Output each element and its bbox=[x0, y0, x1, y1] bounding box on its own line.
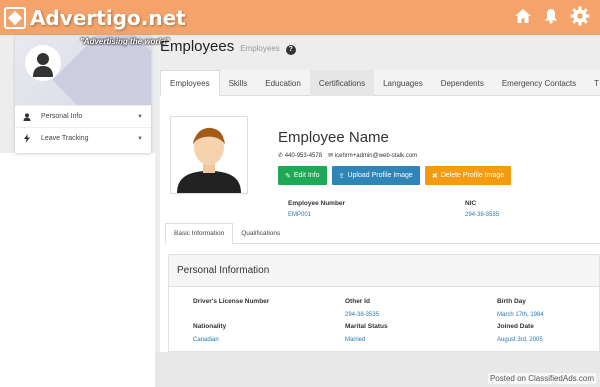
tab-more[interactable]: T bbox=[585, 70, 600, 96]
drivers-license-label: Driver's License Number bbox=[193, 298, 270, 305]
module-tabs: Employees Skills Education Certification… bbox=[160, 70, 600, 96]
bolt-icon bbox=[24, 134, 30, 143]
employee-number-value: EMP001 bbox=[288, 212, 312, 218]
birthday-value: March 17th, 1984 bbox=[497, 312, 544, 318]
close-icon: ✖ bbox=[431, 172, 438, 180]
profile-subtabs: Basic Information Qualifications bbox=[165, 223, 600, 244]
upload-icon: ⇪ bbox=[338, 172, 345, 180]
bell-icon[interactable] bbox=[544, 8, 558, 24]
employee-profile: Employee Name ✆ 440-953-4578 ✉ icehrm+ad… bbox=[160, 96, 600, 352]
sidebar-item-leave-tracking[interactable]: Leave Tracking ▼ bbox=[15, 127, 151, 149]
page-title: Employees bbox=[160, 38, 235, 55]
nationality-label: Nationality bbox=[193, 323, 227, 330]
help-icon[interactable]: ? bbox=[285, 44, 296, 55]
contact-info: ✆ 440-953-4578 ✉ icehrm+admin@web-stalk.… bbox=[278, 152, 417, 159]
profile-actions: ✎ Edit Info ⇪ Upload Profile Image ✖ Del… bbox=[278, 166, 512, 185]
employee-number-label: Employee Number bbox=[288, 200, 346, 207]
avatar[interactable] bbox=[25, 45, 61, 81]
other-id-label: Other Id bbox=[345, 298, 370, 305]
tab-dependents[interactable]: Dependents bbox=[432, 70, 493, 96]
upload-profile-image-button[interactable]: ⇪ Upload Profile Image bbox=[331, 166, 420, 185]
nationality-value: Canadian bbox=[193, 337, 219, 343]
sidebar: Personal Info ▼ Leave Tracking ▼ bbox=[15, 35, 151, 153]
caret-down-icon: ▼ bbox=[137, 135, 143, 142]
home-icon[interactable] bbox=[514, 8, 532, 24]
phone-icon: ✆ bbox=[278, 153, 284, 159]
caret-down-icon: ▼ bbox=[137, 113, 143, 120]
birthday-label: Birth Day bbox=[497, 298, 526, 305]
top-bar: Advertigo.net bbox=[0, 0, 600, 35]
email-contact: ✉ icehrm+admin@web-stalk.com bbox=[328, 153, 418, 159]
joined-date-label: Joined Date bbox=[497, 323, 534, 330]
brand-tagline: "Advertising the world" bbox=[80, 37, 170, 46]
page-header: Employees Employees ? bbox=[160, 38, 296, 55]
watermark: Posted on ClassifiedAds.com bbox=[487, 373, 596, 384]
gear-icon[interactable] bbox=[570, 6, 590, 26]
envelope-icon: ✉ bbox=[328, 153, 334, 159]
tab-certifications[interactable]: Certifications bbox=[309, 70, 375, 96]
sidebar-item-label: Leave Tracking bbox=[41, 135, 89, 142]
marital-status-value: Married bbox=[345, 337, 366, 343]
sidebar-column bbox=[0, 153, 155, 387]
brand-name: Advertigo.net bbox=[30, 6, 186, 30]
tab-skills[interactable]: Skills bbox=[220, 70, 257, 96]
delete-profile-image-button[interactable]: ✖ Delete Profile Image bbox=[424, 166, 512, 185]
tab-education[interactable]: Education bbox=[256, 70, 310, 96]
tab-languages[interactable]: Languages bbox=[374, 70, 432, 96]
tab-basic-information[interactable]: Basic Information bbox=[165, 223, 234, 244]
tab-qualifications[interactable]: Qualifications bbox=[233, 223, 288, 244]
employee-photo bbox=[170, 116, 248, 194]
sidebar-item-label: Personal Info bbox=[41, 113, 83, 120]
top-icons bbox=[514, 6, 590, 26]
edit-info-button[interactable]: ✎ Edit Info bbox=[278, 166, 327, 185]
other-id-value: 294-38-3535 bbox=[345, 312, 380, 318]
tab-employees[interactable]: Employees bbox=[160, 70, 220, 96]
joined-date-value: August 3rd, 2005 bbox=[497, 337, 543, 343]
brand-mark-icon bbox=[4, 7, 26, 29]
nic-label: NIC bbox=[465, 200, 477, 207]
sidebar-item-personal-info[interactable]: Personal Info ▼ bbox=[15, 105, 151, 127]
nic-value: 294-38-3535 bbox=[465, 212, 500, 218]
employee-name: Employee Name bbox=[278, 129, 389, 146]
marital-status-label: Marital Status bbox=[345, 323, 388, 330]
user-icon bbox=[23, 112, 31, 121]
brand-logo[interactable]: Advertigo.net bbox=[4, 4, 186, 32]
tab-emergency-contacts[interactable]: Emergency Contacts bbox=[493, 70, 585, 96]
panel-title: Personal Information bbox=[169, 255, 599, 287]
phone-contact: ✆ 440-953-4578 bbox=[278, 153, 323, 159]
breadcrumb[interactable]: Employees bbox=[240, 44, 280, 53]
edit-icon: ✎ bbox=[285, 172, 291, 180]
